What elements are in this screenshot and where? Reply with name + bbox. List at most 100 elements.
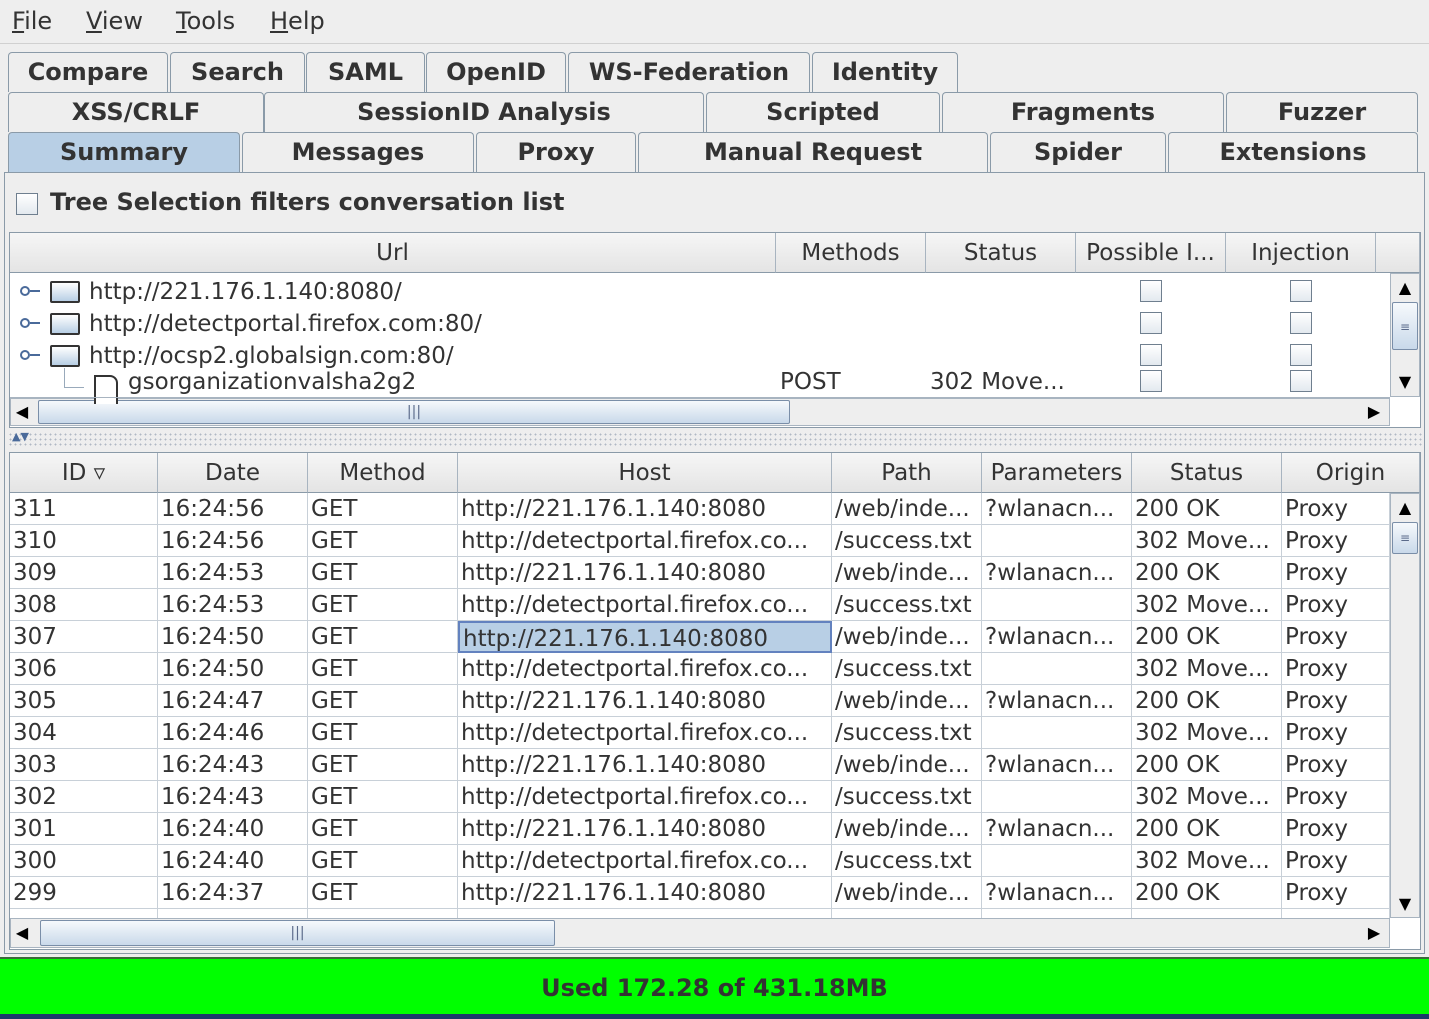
tab-ws-federation[interactable]: WS-Federation bbox=[568, 52, 810, 92]
injection-checkbox[interactable] bbox=[1290, 312, 1312, 334]
possible-injection-checkbox[interactable] bbox=[1140, 370, 1162, 392]
conversation-cell[interactable]: 302 Move... bbox=[1132, 717, 1282, 749]
conversation-cell-partial[interactable] bbox=[308, 909, 458, 918]
conversation-cell[interactable]: /web/inde... bbox=[832, 813, 982, 845]
conversation-vertical-scrollbar[interactable] bbox=[1390, 493, 1420, 918]
conversation-cell[interactable]: 303 bbox=[10, 749, 158, 781]
conversation-cell[interactable]: 302 Move... bbox=[1132, 781, 1282, 813]
conversation-cell[interactable]: GET bbox=[308, 845, 458, 877]
tab-sessionid-analysis[interactable]: SessionID Analysis bbox=[264, 92, 704, 132]
conversation-cell[interactable]: Proxy bbox=[1282, 685, 1390, 717]
conversation-cell[interactable]: 306 bbox=[10, 653, 158, 685]
conversation-cell[interactable]: ?wlanacn... bbox=[982, 813, 1132, 845]
tab-identity[interactable]: Identity bbox=[812, 52, 958, 92]
conversation-cell-partial[interactable] bbox=[982, 909, 1132, 918]
tab-spider[interactable]: Spider bbox=[990, 132, 1166, 172]
scroll-right-icon[interactable]: ▶ bbox=[1364, 923, 1384, 942]
conversation-cell[interactable]: 302 Move... bbox=[1132, 845, 1282, 877]
conversation-cell[interactable]: ?wlanacn... bbox=[982, 685, 1132, 717]
conversation-cell[interactable]: 16:24:43 bbox=[158, 749, 308, 781]
conversation-cell[interactable]: http://221.176.1.140:8080 bbox=[458, 685, 832, 717]
conversation-hscroll-thumb[interactable]: ||| bbox=[40, 920, 555, 946]
conversation-cell[interactable] bbox=[982, 845, 1132, 877]
conversation-cell[interactable]: 300 bbox=[10, 845, 158, 877]
conversation-cell[interactable]: Proxy bbox=[1282, 749, 1390, 781]
tree-expand-handle-icon[interactable] bbox=[20, 318, 30, 328]
conversation-vscroll-thumb[interactable]: ≡ bbox=[1392, 522, 1418, 554]
tab-compare[interactable]: Compare bbox=[8, 52, 168, 92]
possible-injection-checkbox[interactable] bbox=[1140, 280, 1162, 302]
conversation-cell[interactable]: 311 bbox=[10, 493, 158, 525]
conversation-cell[interactable]: GET bbox=[308, 653, 458, 685]
conversation-cell-partial[interactable] bbox=[1282, 909, 1390, 918]
conversation-cell[interactable]: Proxy bbox=[1282, 813, 1390, 845]
conversation-cell[interactable] bbox=[982, 589, 1132, 621]
split-pane-divider[interactable] bbox=[8, 432, 1422, 446]
conversation-cell[interactable]: GET bbox=[308, 493, 458, 525]
conversation-cell-partial[interactable] bbox=[1132, 909, 1282, 918]
conversation-cell[interactable]: 305 bbox=[10, 685, 158, 717]
conversation-cell[interactable]: /success.txt bbox=[832, 589, 982, 621]
conversation-column-header[interactable]: Method bbox=[308, 453, 458, 493]
tree-hscroll-thumb[interactable]: ||| bbox=[38, 400, 790, 424]
conversation-cell[interactable]: http://221.176.1.140:8080 bbox=[458, 813, 832, 845]
conversation-cell[interactable] bbox=[982, 653, 1132, 685]
tab-messages[interactable]: Messages bbox=[242, 132, 474, 172]
conversation-cell[interactable]: http://detectportal.firefox.co... bbox=[458, 589, 832, 621]
conversation-column-header[interactable]: Origin bbox=[1282, 453, 1420, 493]
conversation-cell[interactable]: /success.txt bbox=[832, 781, 982, 813]
conversation-cell[interactable]: 16:24:40 bbox=[158, 845, 308, 877]
tab-fuzzer[interactable]: Fuzzer bbox=[1226, 92, 1418, 132]
conversation-cell[interactable]: 200 OK bbox=[1132, 557, 1282, 589]
conversation-cell[interactable]: Proxy bbox=[1282, 653, 1390, 685]
menu-view[interactable]: View bbox=[86, 6, 143, 36]
conversation-cell[interactable]: /web/inde... bbox=[832, 685, 982, 717]
conversation-cell[interactable]: http://detectportal.firefox.co... bbox=[458, 781, 832, 813]
conversation-cell[interactable]: 302 Move... bbox=[1132, 653, 1282, 685]
tab-scripted[interactable]: Scripted bbox=[706, 92, 940, 132]
conversation-cell[interactable]: http://detectportal.firefox.co... bbox=[458, 653, 832, 685]
menu-file[interactable]: File bbox=[12, 6, 52, 36]
tab-extensions[interactable]: Extensions bbox=[1168, 132, 1418, 172]
conversation-cell[interactable]: http://221.176.1.140:8080 bbox=[458, 557, 832, 589]
scroll-up-icon[interactable]: ▲ bbox=[1393, 278, 1417, 297]
conversation-cell[interactable]: Proxy bbox=[1282, 621, 1390, 653]
injection-checkbox[interactable] bbox=[1290, 370, 1312, 392]
tree-filter-checkbox[interactable] bbox=[16, 193, 38, 215]
tree-node-url[interactable]: http://detectportal.firefox.com:80/ bbox=[89, 308, 482, 340]
conversation-cell[interactable]: http://detectportal.firefox.co... bbox=[458, 717, 832, 749]
conversation-cell[interactable]: GET bbox=[308, 557, 458, 589]
tab-search[interactable]: Search bbox=[170, 52, 305, 92]
conversation-cell[interactable]: 16:24:43 bbox=[158, 781, 308, 813]
conversation-cell[interactable]: 200 OK bbox=[1132, 685, 1282, 717]
conversation-cell[interactable]: 302 Move... bbox=[1132, 589, 1282, 621]
conversation-cell[interactable]: Proxy bbox=[1282, 717, 1390, 749]
conversation-cell[interactable]: http://221.176.1.140:8080 bbox=[458, 749, 832, 781]
conversation-cell[interactable]: GET bbox=[308, 813, 458, 845]
conversation-cell[interactable]: GET bbox=[308, 749, 458, 781]
conversation-column-header[interactable]: Path bbox=[832, 453, 982, 493]
conversation-cell[interactable]: ?wlanacn... bbox=[982, 621, 1132, 653]
conversation-cell[interactable]: ?wlanacn... bbox=[982, 749, 1132, 781]
conversation-cell[interactable]: 200 OK bbox=[1132, 621, 1282, 653]
conversation-cell-partial[interactable] bbox=[10, 909, 158, 918]
memory-status-bar[interactable]: Used 172.28 of 431.18MB bbox=[0, 957, 1429, 1015]
tree-expand-handle-icon[interactable] bbox=[20, 350, 30, 360]
conversation-cell[interactable]: GET bbox=[308, 621, 458, 653]
conversation-cell[interactable]: 310 bbox=[10, 525, 158, 557]
scroll-down-icon[interactable]: ▼ bbox=[1393, 372, 1417, 391]
scroll-down-icon[interactable]: ▼ bbox=[1393, 894, 1417, 913]
conversation-cell[interactable]: 16:24:50 bbox=[158, 653, 308, 685]
conversation-cell[interactable]: /web/inde... bbox=[832, 749, 982, 781]
conversation-cell[interactable]: 307 bbox=[10, 621, 158, 653]
possible-injection-checkbox[interactable] bbox=[1140, 312, 1162, 334]
conversation-cell-partial[interactable] bbox=[158, 909, 308, 918]
conversation-cell[interactable] bbox=[982, 781, 1132, 813]
conversation-cell[interactable]: http://detectportal.firefox.co... bbox=[458, 845, 832, 877]
conversation-cell[interactable]: http://221.176.1.140:8080 bbox=[458, 493, 832, 525]
tab-manual-request[interactable]: Manual Request bbox=[638, 132, 988, 172]
conversation-cell[interactable]: ?wlanacn... bbox=[982, 493, 1132, 525]
conversation-cell[interactable] bbox=[982, 525, 1132, 557]
conversation-cell[interactable]: 304 bbox=[10, 717, 158, 749]
menu-help[interactable]: Help bbox=[270, 6, 325, 36]
